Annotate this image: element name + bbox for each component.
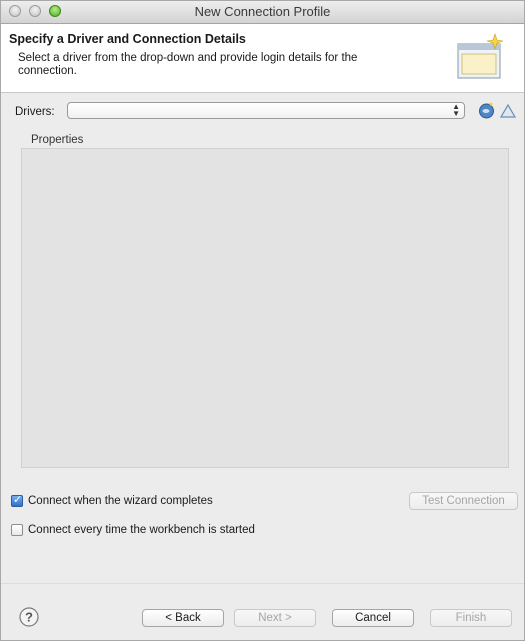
properties-panel [21, 148, 509, 468]
properties-label: Properties [31, 134, 84, 146]
wizard-banner: Specify a Driver and Connection Details … [1, 24, 524, 93]
finish-button[interactable]: Finish [430, 609, 512, 627]
connect-on-startup-label: Connect every time the workbench is star… [28, 524, 255, 536]
new-connection-profile-window: New Connection Profile Specify a Driver … [0, 0, 525, 641]
test-connection-button[interactable]: Test Connection [409, 492, 518, 510]
next-button[interactable]: Next > [234, 609, 316, 627]
window-title: New Connection Profile [194, 4, 331, 19]
title-bar[interactable]: New Connection Profile [1, 1, 524, 24]
database-wizard-icon [457, 33, 504, 79]
page-description: Select a driver from the drop-down and p… [18, 52, 358, 77]
connect-on-finish-option[interactable]: Connect when the wizard completes [11, 493, 213, 507]
drivers-dropdown[interactable]: ▲ ▼ [67, 102, 465, 119]
drivers-label: Drivers: [15, 106, 55, 118]
new-driver-icon[interactable] [478, 102, 495, 119]
chevron-up-down-icon: ▲ ▼ [452, 102, 460, 118]
connect-on-startup-option[interactable]: Connect every time the workbench is star… [11, 524, 255, 536]
cancel-button[interactable]: Cancel [332, 609, 414, 627]
back-button[interactable]: < Back [142, 609, 224, 627]
page-heading: Specify a Driver and Connection Details [9, 32, 246, 46]
edit-driver-icon[interactable] [500, 103, 516, 119]
connect-on-finish-checkbox[interactable] [11, 493, 23, 507]
help-icon[interactable]: ? [19, 607, 39, 627]
footer-divider [1, 583, 524, 584]
connect-on-startup-checkbox[interactable] [11, 524, 23, 536]
svg-text:?: ? [25, 610, 33, 625]
connect-on-finish-label: Connect when the wizard completes [28, 495, 213, 507]
